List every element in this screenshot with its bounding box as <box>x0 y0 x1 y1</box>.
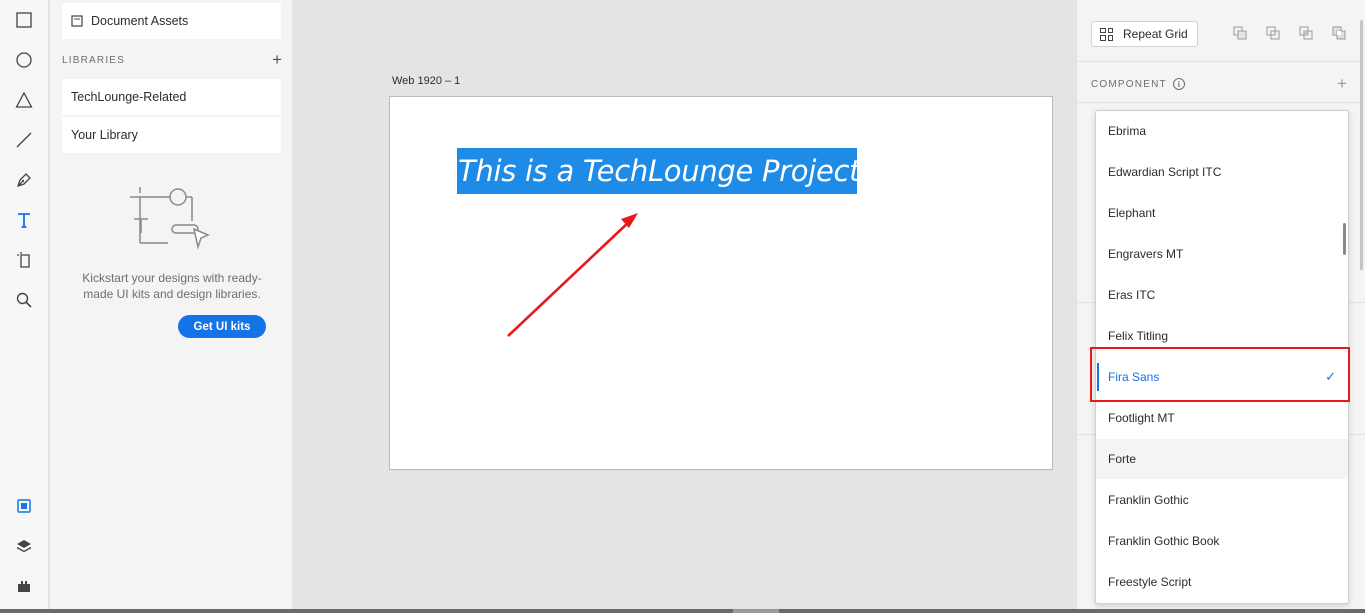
artboard-tool[interactable] <box>12 248 36 272</box>
grid-icon <box>1100 27 1113 41</box>
panel-divider <box>1077 61 1365 62</box>
subtract-boolean-icon[interactable] <box>1265 25 1281 41</box>
horizontal-scrollbar-thumb[interactable] <box>733 609 779 613</box>
inspector-scrollbar[interactable] <box>1360 20 1363 270</box>
layers-icon <box>16 540 32 553</box>
document-assets-item[interactable]: Document Assets <box>62 3 281 39</box>
font-option-label: Edwardian Script ITC <box>1108 165 1222 179</box>
triangle-icon <box>15 91 33 108</box>
font-option-label: Franklin Gothic Book <box>1108 534 1220 548</box>
panel-divider <box>1077 102 1365 103</box>
line-icon <box>16 132 32 148</box>
annotation-highlight-box <box>1090 347 1350 402</box>
component-title-label: COMPONENT <box>1091 78 1167 90</box>
font-option-label: Franklin Gothic <box>1108 493 1189 507</box>
font-option[interactable]: Footlight MT <box>1096 398 1348 438</box>
search-icon <box>16 292 32 308</box>
assets-icon <box>17 499 31 513</box>
assets-panel: Document Assets LIBRARIES + TechLounge-R… <box>50 0 292 613</box>
kickstart-text: Kickstart your designs with ready-made U… <box>82 271 262 301</box>
component-section-title: COMPONENT i <box>1091 78 1185 90</box>
libraries-header: LIBRARIES + <box>62 51 282 68</box>
rectangle-tool[interactable] <box>12 8 36 32</box>
polygon-tool[interactable] <box>12 88 36 112</box>
font-option[interactable]: Ebrima <box>1096 111 1348 151</box>
get-ui-kits-button[interactable]: Get UI kits <box>178 315 266 338</box>
add-component-button[interactable]: + <box>1337 74 1347 94</box>
font-option-label: Forte <box>1108 452 1137 466</box>
intersect-boolean-icon[interactable] <box>1298 25 1314 41</box>
font-option[interactable]: Eras ITC <box>1096 275 1348 315</box>
plugins-panel-button[interactable] <box>12 574 36 598</box>
annotation-arrow <box>507 213 638 337</box>
library-item-label: Your Library <box>71 128 138 142</box>
repeat-grid-button[interactable]: Repeat Grid <box>1091 21 1198 47</box>
font-option[interactable]: Franklin Gothic <box>1096 480 1348 520</box>
zoom-tool[interactable] <box>12 288 36 312</box>
pen-tool[interactable] <box>12 168 36 192</box>
ellipse-icon <box>16 52 32 68</box>
font-option[interactable]: Franklin Gothic Book <box>1096 521 1348 561</box>
libraries-title: LIBRARIES <box>62 54 126 66</box>
text-icon <box>18 213 30 228</box>
font-option-label: Engravers MT <box>1108 247 1184 261</box>
repeat-grid-label: Repeat Grid <box>1123 27 1188 41</box>
library-item-label: TechLounge-Related <box>71 90 187 104</box>
font-option-label: Eras ITC <box>1108 288 1156 302</box>
line-tool[interactable] <box>12 128 36 152</box>
add-boolean-icon[interactable] <box>1232 25 1248 41</box>
assets-panel-button[interactable] <box>12 494 36 518</box>
ellipse-tool[interactable] <box>12 48 36 72</box>
font-option-label: Ebrima <box>1108 124 1147 138</box>
plugins-icon <box>18 581 30 592</box>
layers-panel-button[interactable] <box>12 534 36 558</box>
pen-icon <box>16 173 31 188</box>
font-option-label: Elephant <box>1108 206 1156 220</box>
library-item-your-library[interactable]: Your Library <box>62 117 281 153</box>
font-option-label: Freestyle Script <box>1108 575 1192 589</box>
document-icon <box>71 15 83 27</box>
font-option-hovered[interactable]: Forte <box>1096 439 1348 479</box>
font-option-label: Felix Titling <box>1108 329 1169 343</box>
exclude-boolean-icon[interactable] <box>1331 25 1347 41</box>
font-option[interactable]: Elephant <box>1096 193 1348 233</box>
font-option-label: Footlight MT <box>1108 411 1175 425</box>
font-option[interactable]: Freestyle Script <box>1096 562 1348 602</box>
rectangle-icon <box>16 12 32 28</box>
horizontal-scrollbar[interactable] <box>0 609 1365 613</box>
add-library-button[interactable]: + <box>272 51 282 68</box>
artboard-icon <box>17 252 30 268</box>
info-icon[interactable]: i <box>1172 78 1185 90</box>
artboard[interactable]: This is a TechLounge Project <box>389 96 1053 470</box>
library-item-techlounge-related[interactable]: TechLounge-Related <box>62 79 281 115</box>
artboard-name[interactable]: Web 1920 – 1 <box>392 75 460 87</box>
font-option[interactable]: Engravers MT <box>1096 234 1348 274</box>
document-assets-label: Document Assets <box>91 14 189 28</box>
tools-toolbar <box>0 0 49 613</box>
font-option[interactable]: Edwardian Script ITC <box>1096 152 1348 192</box>
dropdown-scrollbar-thumb[interactable] <box>1343 223 1346 255</box>
selected-text-layer[interactable]: This is a TechLounge Project <box>457 148 857 194</box>
ui-kits-illustration-icon <box>130 187 210 250</box>
text-tool[interactable] <box>12 208 36 232</box>
